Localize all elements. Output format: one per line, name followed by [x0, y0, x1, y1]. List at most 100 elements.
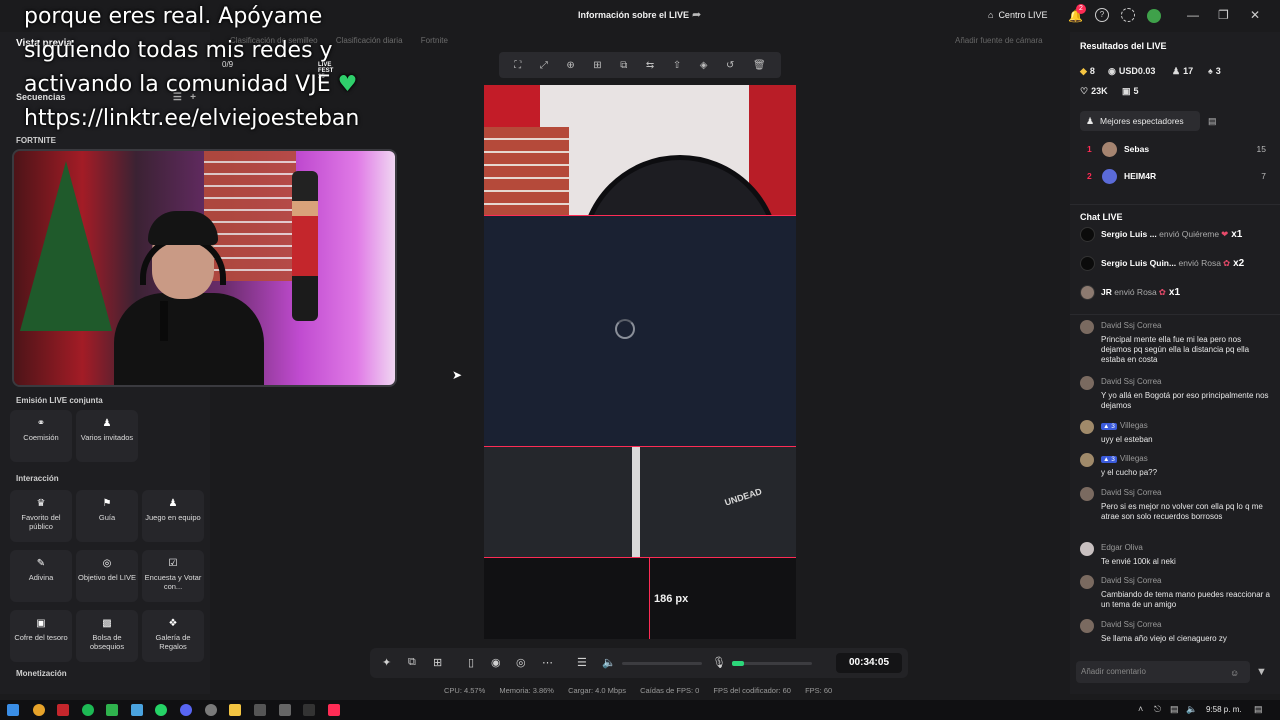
tile-objetivo[interactable]: ◎ Objetivo del LIVE — [76, 550, 138, 602]
rose-icon: ✿ — [1158, 287, 1166, 297]
chat-message[interactable]: ▲ 3 Villegas uyy el esteban — [1080, 420, 1276, 446]
help-icon[interactable]: ? — [1095, 8, 1109, 22]
chat-message[interactable]: David Ssj Correa Se llama año viejo el c… — [1080, 619, 1276, 645]
tab-fortnite[interactable]: Fortnite — [421, 36, 448, 45]
layer-up-icon[interactable]: ⇧ — [673, 60, 681, 71]
centro-live-button[interactable]: ⌂ Centro LIVE — [988, 10, 1047, 20]
tile-galeria[interactable]: ❖ Galería de Regalos — [142, 610, 204, 662]
mixer-icon[interactable]: ☰ — [577, 656, 587, 669]
tile-coemision[interactable]: ⚭ Coemisión — [10, 410, 72, 462]
tile-varios-invitados[interactable]: ♟ Varios invitados — [76, 410, 138, 462]
notification-center-icon[interactable]: ▤ — [1254, 704, 1263, 715]
comment-input[interactable]: Añadir comentario — [1076, 661, 1250, 683]
tile-adivina[interactable]: ✎ Adivina — [10, 550, 72, 602]
gift-icon: ▣ — [1122, 86, 1131, 96]
center-icon[interactable]: ⊕ — [566, 60, 574, 71]
reset-icon[interactable]: ↺ — [726, 60, 734, 71]
tiktok-live-icon[interactable] — [328, 704, 340, 716]
avatar — [1080, 376, 1094, 390]
flip-icon[interactable]: ⇆ — [646, 60, 654, 71]
top-viewer-row[interactable]: 2 HEIM4R 7 — [1080, 168, 1274, 186]
add-camera-source[interactable]: Añadir fuente de cámara — [955, 36, 1043, 45]
canvas-layer-bottom[interactable]: UNDEAD — [484, 446, 796, 558]
emoji-icon[interactable]: ☺ — [1230, 668, 1239, 678]
scene-preview[interactable] — [12, 149, 397, 387]
centro-live-label: Centro LIVE — [998, 10, 1048, 20]
usb-icon[interactable]: ⎋ — [1154, 704, 1161, 715]
record-icon[interactable]: ◉ — [491, 656, 501, 669]
windows-start-icon[interactable] — [7, 704, 19, 716]
chat-message[interactable]: ▲ 3 Villegas y el cucho pa?? — [1080, 453, 1276, 479]
app-icon[interactable] — [303, 704, 315, 716]
chat-message[interactable]: David Ssj Correa Principal mente ella fu… — [1080, 320, 1276, 368]
add-media-icon[interactable]: ⊞ — [433, 656, 442, 669]
divider — [1070, 204, 1280, 205]
stream-controls: ✦ ⧉ ⊞ ▯ ◉ ◎ ⋯ ☰ 🔈 🎙 00:34:05 — [370, 648, 908, 678]
profile-avatar[interactable] — [1147, 9, 1161, 23]
crop-icon[interactable]: ⊞ — [593, 60, 601, 71]
canvas-layer-top[interactable] — [484, 85, 796, 275]
mic-icon[interactable]: 🎙 — [712, 656, 726, 669]
gear-icon[interactable] — [1121, 8, 1135, 22]
tile-bolsa[interactable]: ▩ Bolsa de obsequios — [76, 610, 138, 662]
coin-icon: ◉ — [1108, 66, 1116, 76]
tile-guia[interactable]: ⚑ Guía — [76, 490, 138, 542]
volume-icon[interactable]: 🔈 — [1186, 704, 1197, 715]
close-icon[interactable]: ✕ — [1250, 8, 1260, 22]
canvas-layer-loading[interactable] — [484, 216, 796, 446]
list-view-icon[interactable]: ▤ — [1208, 116, 1217, 127]
layers-icon[interactable]: ◈ — [700, 60, 708, 71]
tray-up-icon[interactable]: ˄ — [1138, 704, 1143, 714]
more-icon[interactable]: ⋯ — [542, 656, 553, 669]
folder-icon[interactable] — [229, 704, 241, 716]
target-icon: ◎ — [102, 558, 112, 569]
select-icon[interactable]: ⛶ — [514, 60, 521, 71]
chest-icon: ▣ — [36, 618, 46, 629]
speaker-icon[interactable]: 🔈 — [602, 656, 616, 669]
app-icon[interactable] — [254, 704, 266, 716]
app-icon[interactable] — [279, 704, 291, 716]
avatar — [1080, 453, 1094, 467]
gift-event: JR envió Rosa ✿ x1 — [1080, 285, 1276, 301]
window-title[interactable]: Información sobre el LIVE — [578, 10, 689, 20]
app-icon[interactable] — [205, 704, 217, 716]
mic-level-meter[interactable] — [732, 661, 812, 666]
app-icon[interactable] — [106, 704, 118, 716]
chat-message[interactable]: David Ssj Correa Cambiando de tema mano … — [1080, 575, 1276, 611]
filter-icon[interactable]: ▼ — [1256, 666, 1267, 678]
spotify-icon[interactable] — [82, 704, 94, 716]
copy-icon[interactable]: ⧉ — [620, 60, 627, 71]
share-icon[interactable]: ➦ — [692, 8, 706, 22]
magic-icon[interactable]: ✦ — [382, 656, 391, 669]
avatar — [1080, 256, 1095, 271]
minimize-icon[interactable]: — — [1187, 8, 1199, 22]
discord-icon[interactable] — [180, 704, 192, 716]
tile-encuesta[interactable]: ☑ Encuesta y Votar con... — [142, 550, 204, 602]
stat-fps: FPS: 60 — [805, 686, 833, 695]
volume-slider[interactable] — [622, 662, 702, 665]
broadcast-icon[interactable]: ◎ — [516, 656, 526, 669]
whatsapp-icon[interactable] — [155, 704, 167, 716]
chat-message[interactable]: Edgar Oliva Te envié 100k al neki — [1080, 542, 1276, 568]
tile-favorito[interactable]: ♛ Favorito del público — [10, 490, 72, 542]
chat-message[interactable]: David Ssj Correa Pero si es mejor no vol… — [1080, 487, 1276, 535]
edit-toolbar: ⛶ ⤢ ⊕ ⊞ ⧉ ⇆ ⇧ ◈ ↺ 🗑 — [499, 52, 781, 78]
live-timer: 00:34:05 — [836, 653, 902, 673]
network-icon[interactable]: ▤ — [1170, 704, 1179, 715]
chat-message[interactable]: David Ssj Correa Y yo allá en Bogotá por… — [1080, 376, 1276, 412]
expand-icon[interactable]: ⤢ — [540, 60, 548, 71]
stat-usd: USD0.03 — [1118, 66, 1156, 76]
tile-cofre[interactable]: ▣ Cofre del tesoro — [10, 610, 72, 662]
scene-switch-icon[interactable]: ⧉ — [408, 656, 416, 669]
stream-canvas[interactable]: UNDEAD 186 px — [484, 85, 796, 639]
trash-icon[interactable]: 🗑 — [753, 60, 766, 71]
maximize-icon[interactable]: ❐ — [1218, 8, 1229, 22]
phone-icon[interactable]: ▯ — [468, 656, 474, 669]
tile-juego-equipo[interactable]: ♟ Juego en equipo — [142, 490, 204, 542]
top-viewer-row[interactable]: 1 Sebas 15 — [1080, 141, 1274, 159]
app-icon[interactable] — [131, 704, 143, 716]
chrome-icon[interactable] — [33, 704, 45, 716]
live-studio-window: Información sobre el LIVE ➦ ⌂ Centro LIV… — [0, 0, 1280, 720]
app-icon[interactable] — [57, 704, 69, 716]
top-viewers-button[interactable]: ♟ Mejores espectadores — [1080, 111, 1200, 131]
